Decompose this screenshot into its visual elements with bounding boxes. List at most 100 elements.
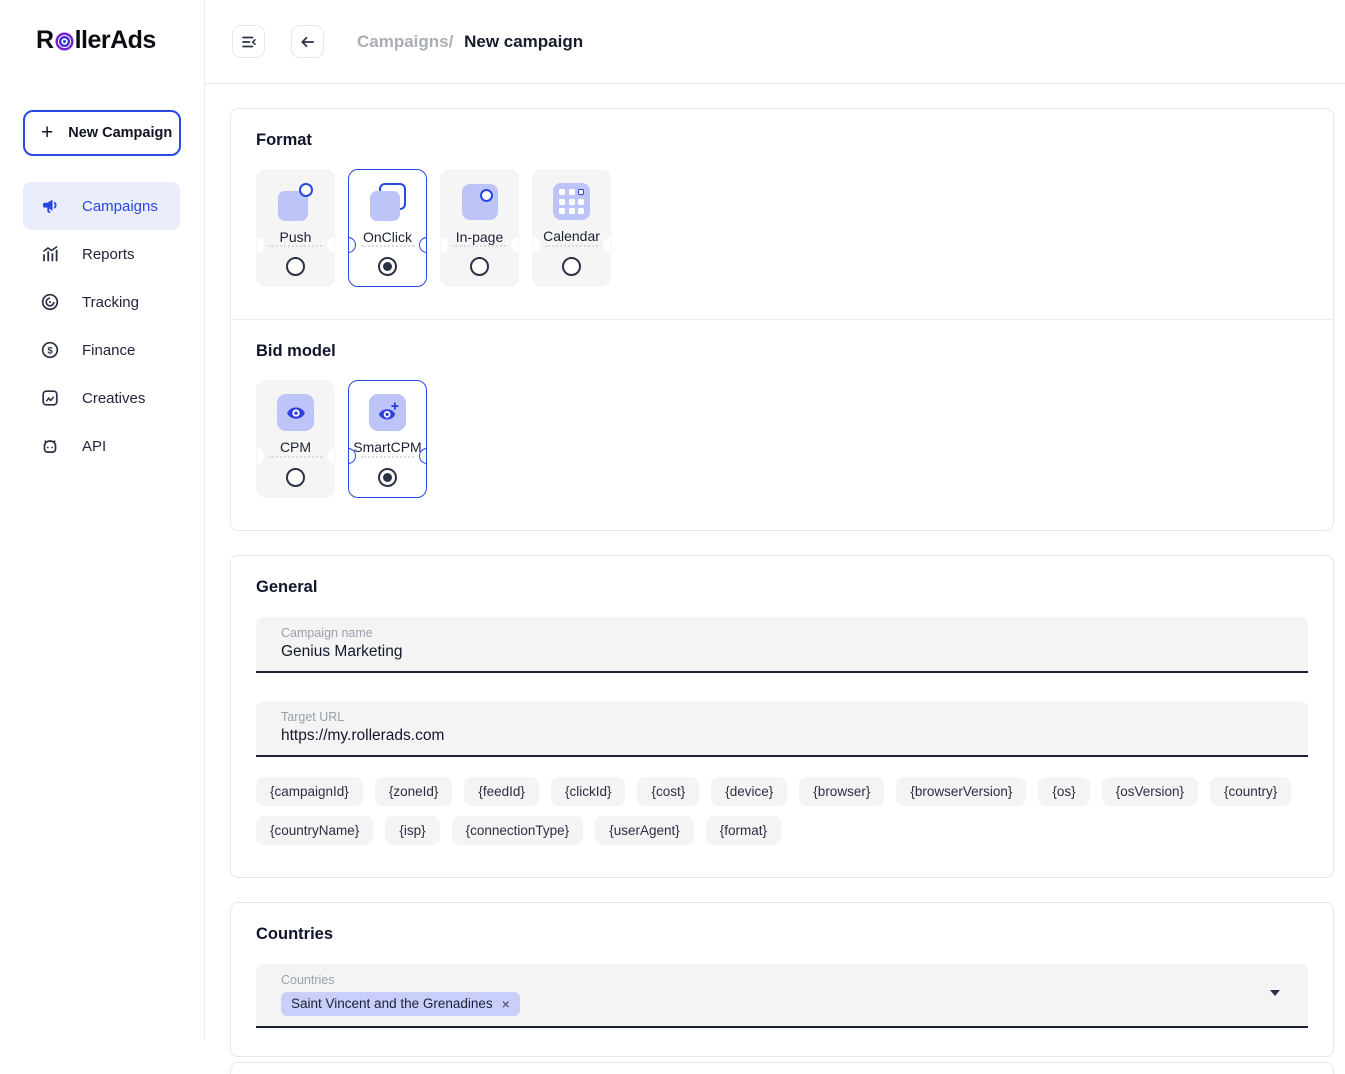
- bid-model-title: Bid model: [256, 342, 336, 360]
- logo-text-end: Ads: [110, 26, 156, 54]
- format-title: Format: [256, 131, 312, 149]
- calendar-radio[interactable]: [562, 257, 581, 276]
- sidebar-item-label: Creatives: [82, 389, 146, 407]
- push-format-icon: [277, 183, 315, 221]
- macro-chip-browser[interactable]: {browser}: [799, 777, 885, 806]
- macro-chip-browserversion[interactable]: {browserVersion}: [896, 777, 1027, 806]
- format-option-label: Push: [279, 229, 312, 245]
- onclick-radio[interactable]: [378, 257, 397, 276]
- bid-option-smartcpm[interactable]: SmartCPM: [348, 380, 427, 498]
- format-option-onclick[interactable]: OnClick: [348, 169, 427, 287]
- format-section: Format Push OnClick In-page Calendar: [231, 109, 1333, 319]
- countries-select[interactable]: Countries Saint Vincent and the Grenadin…: [256, 964, 1308, 1028]
- general-card: General Campaign name Genius Marketing T…: [230, 555, 1334, 878]
- push-radio[interactable]: [286, 257, 305, 276]
- bid-option-label: CPM: [279, 439, 312, 455]
- next-card-stub: [230, 1062, 1334, 1074]
- sidebar-item-creatives[interactable]: Creatives: [23, 374, 180, 422]
- sidebar-nav: Campaigns Reports Tracking $ Finance Cre…: [0, 182, 204, 470]
- logo-target-icon: [55, 32, 74, 51]
- eye-plus-icon: [369, 394, 406, 431]
- new-campaign-label: New Campaign: [68, 125, 173, 141]
- megaphone-icon: [40, 196, 60, 216]
- sidebar-item-label: Finance: [82, 341, 136, 359]
- sidebar-item-finance[interactable]: $ Finance: [23, 326, 180, 374]
- macro-chip-zoneid[interactable]: {zoneId}: [374, 777, 453, 806]
- macro-chip-connectiontype[interactable]: {connectionType}: [451, 816, 584, 845]
- format-option-push[interactable]: Push: [256, 169, 335, 287]
- svg-text:$: $: [47, 345, 53, 356]
- bid-option-label: SmartCPM: [353, 439, 422, 455]
- logo-text-mid: ller: [74, 26, 111, 54]
- sidebar: Rller Ads + New Campaign Campaigns Report…: [0, 0, 205, 1040]
- countries-select-label: Countries: [281, 973, 335, 987]
- general-section: General Campaign name Genius Marketing T…: [231, 556, 1333, 877]
- macro-chip-feedid[interactable]: {feedId}: [464, 777, 539, 806]
- cpm-radio[interactable]: [286, 468, 305, 487]
- inpage-radio[interactable]: [470, 257, 489, 276]
- chevron-down-icon[interactable]: [1270, 990, 1280, 996]
- country-tag: Saint Vincent and the Grenadines ×: [281, 992, 520, 1016]
- target-disc-icon: [40, 292, 60, 312]
- campaign-name-value[interactable]: Genius Marketing: [281, 643, 1283, 661]
- macro-chip-campaignid[interactable]: {campaignId}: [256, 777, 363, 806]
- countries-title: Countries: [256, 925, 334, 943]
- target-url-field[interactable]: Target URL https://my.rollerads.com: [256, 701, 1308, 757]
- collapse-menu-icon: [241, 36, 256, 47]
- macro-chip-format[interactable]: {format}: [705, 816, 782, 845]
- format-option-calendar[interactable]: Calendar: [532, 169, 611, 287]
- topbar: Campaigns/ New campaign: [205, 0, 1345, 84]
- sidebar-item-label: Campaigns: [82, 197, 158, 215]
- macro-chip-device[interactable]: {device}: [711, 777, 788, 806]
- arrow-left-icon: [301, 36, 315, 47]
- new-campaign-button[interactable]: + New Campaign: [23, 110, 181, 156]
- image-icon: [40, 388, 60, 408]
- macro-chip-useragent[interactable]: {userAgent}: [595, 816, 694, 845]
- campaign-name-field[interactable]: Campaign name Genius Marketing: [256, 617, 1308, 673]
- macro-chip-osversion[interactable]: {osVersion}: [1101, 777, 1198, 806]
- macro-chip-clickid[interactable]: {clickId}: [550, 777, 626, 806]
- format-option-label: In-page: [455, 229, 504, 245]
- inpage-format-icon: [461, 183, 499, 221]
- sidebar-item-label: API: [82, 437, 107, 455]
- back-button[interactable]: [291, 25, 324, 58]
- bar-chart-icon: [40, 244, 60, 264]
- robot-icon: [40, 436, 60, 456]
- macro-chip-countryname[interactable]: {countryName}: [256, 816, 374, 845]
- macro-chip-country[interactable]: {country}: [1210, 777, 1292, 806]
- onclick-format-icon: [369, 183, 407, 221]
- calendar-format-icon: [553, 183, 590, 220]
- countries-card: Countries Countries Saint Vincent and th…: [230, 902, 1334, 1057]
- country-tag-label: Saint Vincent and the Grenadines: [291, 996, 493, 1011]
- remove-country-icon[interactable]: ×: [502, 997, 510, 1011]
- macro-chip-cost[interactable]: {cost}: [637, 777, 700, 806]
- logo-text-r: R: [36, 26, 54, 54]
- macro-chip-os[interactable]: {os}: [1038, 777, 1090, 806]
- sidebar-item-reports[interactable]: Reports: [23, 230, 180, 278]
- breadcrumb-parent[interactable]: Campaigns/: [357, 32, 453, 51]
- sidebar-item-campaigns[interactable]: Campaigns: [23, 182, 180, 230]
- sidebar-item-api[interactable]: API: [23, 422, 180, 470]
- target-url-value[interactable]: https://my.rollerads.com: [281, 727, 1283, 745]
- countries-section: Countries Countries Saint Vincent and th…: [231, 903, 1333, 1056]
- format-bid-card: Format Push OnClick In-page Calendar Bid…: [230, 108, 1334, 531]
- eye-icon: [277, 394, 314, 431]
- plus-icon: +: [41, 120, 54, 144]
- page-title: New campaign: [464, 31, 584, 51]
- sidebar-item-tracking[interactable]: Tracking: [23, 278, 180, 326]
- rollerads-logo[interactable]: Rller Ads: [36, 26, 204, 55]
- target-url-label: Target URL: [281, 710, 345, 724]
- smartcpm-radio[interactable]: [378, 468, 397, 487]
- content-area: Format Push OnClick In-page Calendar Bid…: [205, 108, 1345, 1074]
- format-option-label: OnClick: [362, 229, 412, 245]
- bid-option-cpm[interactable]: CPM: [256, 380, 335, 498]
- macro-chip-isp[interactable]: {isp}: [385, 816, 440, 845]
- sidebar-item-label: Reports: [82, 245, 135, 263]
- coin-icon: $: [40, 340, 60, 360]
- bid-model-section: Bid model CPM SmartCPM: [231, 319, 1333, 530]
- bid-model-options: CPM SmartCPM: [256, 380, 1308, 498]
- collapse-sidebar-button[interactable]: [232, 25, 265, 58]
- format-option-inpage[interactable]: In-page: [440, 169, 519, 287]
- breadcrumb: Campaigns/ New campaign: [357, 32, 583, 52]
- format-option-label: Calendar: [543, 228, 600, 244]
